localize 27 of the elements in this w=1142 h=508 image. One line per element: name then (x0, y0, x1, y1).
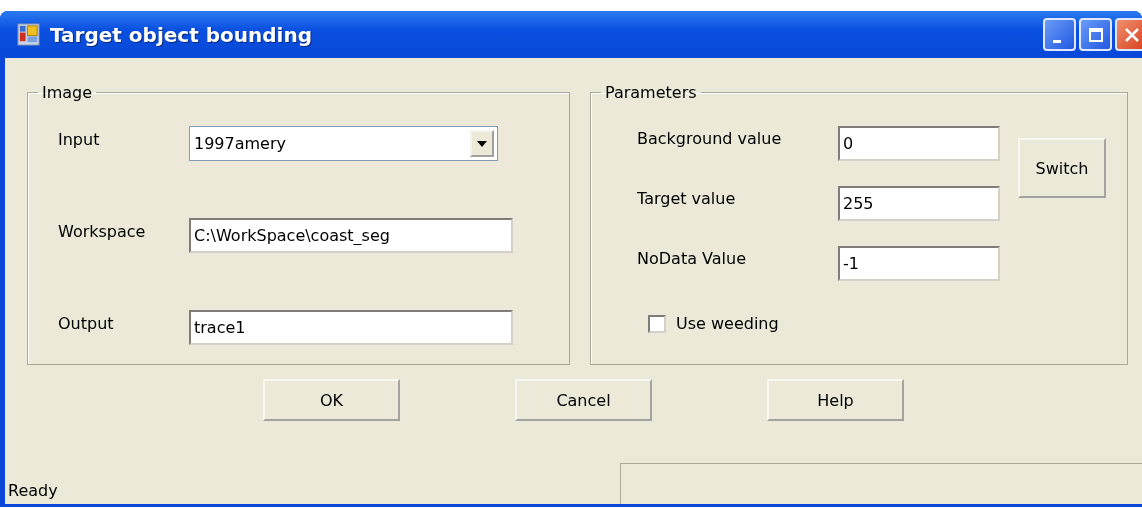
group-label: Parameters (604, 83, 698, 102)
dialog-button[interactable]: Cancel (515, 379, 652, 421)
field-label: Input (58, 130, 101, 149)
window-title: Target object bounding (50, 22, 313, 47)
dialog-button[interactable]: Help (767, 379, 904, 421)
app-icon (17, 23, 40, 46)
field-label: Output (58, 314, 115, 333)
field-label: NoData Value (637, 249, 747, 268)
field-label: Workspace (58, 222, 147, 241)
value-field[interactable]: 255 (838, 186, 1000, 221)
checkbox-label: Use weeding (676, 314, 779, 333)
group-label: Image (41, 83, 94, 102)
dialog-button[interactable]: OK (263, 379, 400, 421)
minimize-button[interactable] (1043, 18, 1076, 51)
checkbox[interactable] (648, 314, 666, 333)
close-button[interactable] (1115, 18, 1142, 51)
status-text: Ready (7, 481, 59, 502)
field-label: Background value (637, 129, 783, 148)
input-dropdown[interactable]: 1997amery (189, 126, 498, 161)
workspace-field[interactable]: C:\WorkSpace\coast_seg (189, 218, 513, 253)
value-field[interactable]: -1 (838, 246, 1000, 281)
switch-button[interactable]: Switch (1018, 138, 1106, 198)
minimize-icon (1052, 40, 1061, 43)
field-label: Target value (637, 189, 737, 208)
maximize-button[interactable] (1079, 18, 1112, 51)
value-field[interactable]: 0 (838, 126, 1000, 161)
output-field[interactable]: trace1 (189, 310, 513, 345)
